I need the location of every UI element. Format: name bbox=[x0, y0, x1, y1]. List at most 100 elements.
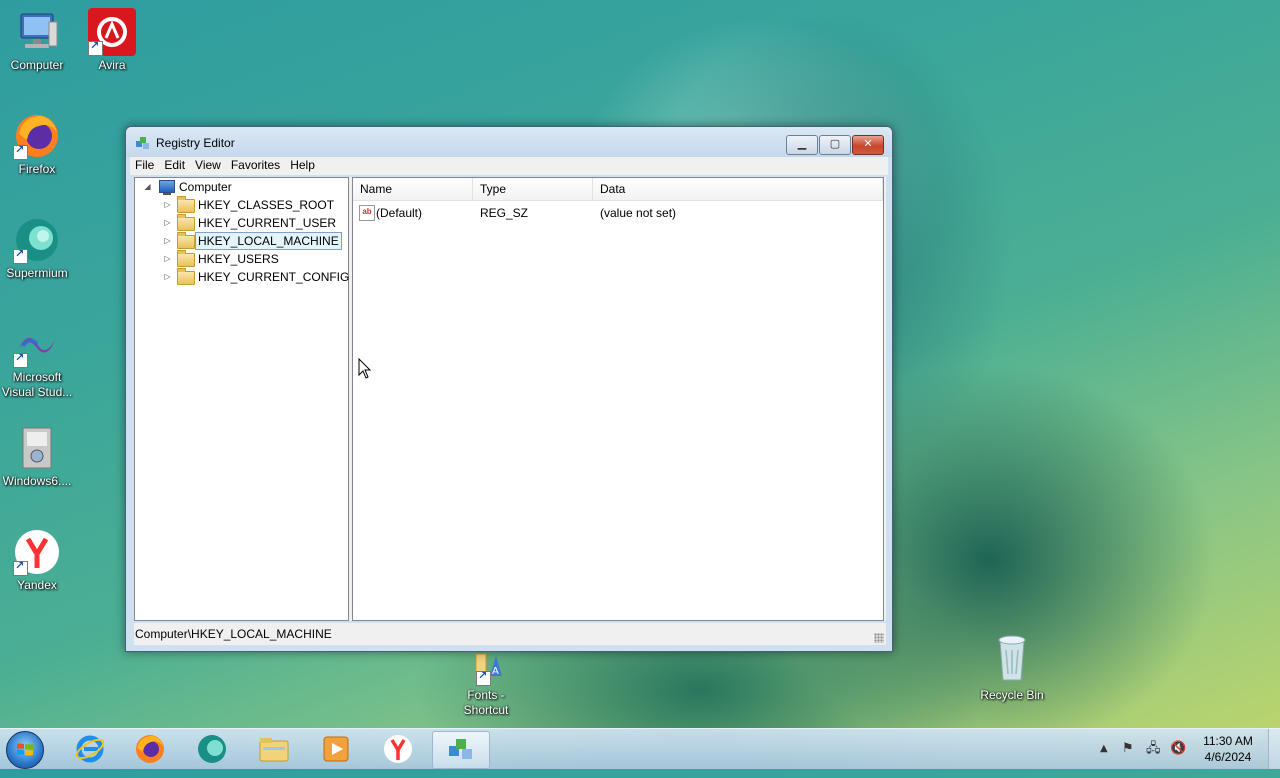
supermium-icon bbox=[13, 216, 61, 264]
tree-item-hkey-users[interactable]: ▷ HKEY_USERS bbox=[135, 250, 345, 268]
tree-label: HKEY_USERS bbox=[198, 252, 279, 266]
shortcut-arrow-icon bbox=[88, 39, 103, 56]
resize-grip-icon[interactable] bbox=[874, 633, 884, 643]
shortcut-arrow-icon bbox=[13, 143, 28, 160]
desktop-icon-visual-studio[interactable]: Microsoft Visual Stud... bbox=[0, 320, 74, 400]
desktop-icon-label: Fonts - Shortcut bbox=[463, 688, 509, 717]
minimize-button[interactable]: ▁ bbox=[786, 135, 818, 155]
folder-icon bbox=[177, 214, 195, 231]
close-icon: ✕ bbox=[863, 137, 873, 150]
start-button[interactable] bbox=[6, 731, 44, 769]
expand-arrow-icon[interactable]: ▷ bbox=[163, 196, 172, 214]
editor-content: ◢ Computer ▷ HKEY_CLASSES_ROOT ▷ HKEY_CU… bbox=[134, 177, 886, 621]
taskbar-file-explorer[interactable] bbox=[246, 731, 302, 767]
desktop-icon-label: Microsoft Visual Stud... bbox=[1, 370, 73, 399]
action-center-flag-icon[interactable]: ⚑ bbox=[1122, 729, 1134, 769]
desktop-icon-supermium[interactable]: Supermium bbox=[0, 216, 74, 281]
tree-item-computer[interactable]: ◢ Computer bbox=[135, 178, 345, 196]
visual-studio-icon bbox=[13, 320, 61, 368]
desktop-icon-firefox[interactable]: Firefox bbox=[0, 112, 74, 177]
menu-favorites[interactable]: Favorites bbox=[226, 157, 285, 173]
folder-icon bbox=[177, 196, 195, 213]
desktop-icon-recycle-bin[interactable]: Recycle Bin bbox=[975, 630, 1049, 703]
menu-help[interactable]: Help bbox=[285, 157, 320, 173]
desktop-icon-label: Recycle Bin bbox=[980, 688, 1044, 702]
shortcut-arrow-icon bbox=[476, 669, 491, 686]
show-hidden-icons-icon[interactable]: ▲ bbox=[1100, 729, 1108, 769]
taskbar-registry-editor[interactable] bbox=[432, 731, 490, 769]
tree-item-hkey-classes-root[interactable]: ▷ HKEY_CLASSES_ROOT bbox=[135, 196, 345, 214]
key-tree[interactable]: ◢ Computer ▷ HKEY_CLASSES_ROOT ▷ HKEY_CU… bbox=[134, 177, 349, 621]
menu-view[interactable]: View bbox=[190, 157, 226, 173]
collapse-arrow-icon[interactable]: ◢ bbox=[143, 178, 152, 196]
tree-label: HKEY_CURRENT_CONFIG bbox=[198, 270, 350, 284]
clock-date: 4/6/2024 bbox=[1204, 750, 1252, 764]
menu-edit[interactable]: Edit bbox=[159, 157, 190, 173]
clock[interactable]: 11:30 AM 4/6/2024 bbox=[1190, 733, 1266, 765]
value-list[interactable]: Name Type Data ab (Default) REG_SZ (valu… bbox=[352, 177, 884, 621]
taskbar-internet-explorer[interactable] bbox=[62, 731, 118, 767]
table-row[interactable]: ab (Default) REG_SZ (value not set) bbox=[353, 178, 881, 224]
tree-item-hkey-current-config[interactable]: ▷ HKEY_CURRENT_CONFIG bbox=[135, 268, 349, 286]
yandex-icon bbox=[13, 528, 61, 576]
firefox-icon bbox=[13, 112, 61, 160]
volume-muted-icon[interactable]: 🔇 bbox=[1170, 729, 1186, 769]
minimize-icon: ▁ bbox=[797, 137, 807, 150]
desktop-icon-fonts-shortcut[interactable]: A Fonts - Shortcut bbox=[449, 650, 523, 718]
tree-label: HKEY_LOCAL_MACHINE bbox=[195, 232, 342, 250]
avira-icon bbox=[88, 8, 136, 56]
folder-icon bbox=[177, 232, 195, 249]
expand-arrow-icon[interactable]: ▷ bbox=[163, 268, 172, 286]
tree-label: HKEY_CURRENT_USER bbox=[198, 216, 337, 230]
expand-arrow-icon[interactable]: ▷ bbox=[163, 214, 172, 232]
installer-icon bbox=[13, 424, 61, 472]
expand-arrow-icon[interactable]: ▷ bbox=[163, 232, 172, 250]
registry-editor-icon bbox=[135, 136, 151, 150]
desktop-icon-label: Supermium bbox=[6, 266, 68, 280]
taskbar-media-player[interactable] bbox=[308, 731, 364, 767]
mouse-cursor-icon bbox=[358, 358, 372, 379]
desktop-icon-installer[interactable]: Windows6.... bbox=[0, 424, 74, 489]
taskbar-yandex[interactable] bbox=[370, 731, 426, 767]
maximize-button[interactable]: ▢ bbox=[819, 135, 851, 155]
recycle-bin-icon bbox=[988, 630, 1036, 686]
expand-arrow-icon[interactable]: ▷ bbox=[163, 250, 172, 268]
shortcut-arrow-icon bbox=[13, 559, 28, 576]
clock-time: 11:30 AM bbox=[1203, 734, 1253, 748]
value-type: REG_SZ bbox=[480, 206, 529, 220]
string-value-icon: ab bbox=[359, 205, 375, 221]
show-desktop-button[interactable] bbox=[1268, 729, 1280, 769]
title-bar[interactable]: Registry Editor ▁ ▢ ✕ bbox=[126, 127, 892, 157]
computer-icon bbox=[159, 180, 175, 195]
maximize-icon: ▢ bbox=[829, 137, 841, 150]
folder-icon bbox=[177, 250, 195, 267]
desktop-icon-label: Windows6.... bbox=[2, 474, 72, 488]
status-bar: Computer\HKEY_LOCAL_MACHINE bbox=[134, 623, 886, 645]
tree-label: HKEY_CLASSES_ROOT bbox=[198, 198, 335, 212]
taskbar-supermium[interactable] bbox=[184, 731, 240, 767]
window-title: Registry Editor bbox=[156, 136, 235, 150]
desktop-icon-label: Avira bbox=[98, 58, 126, 72]
close-button[interactable]: ✕ bbox=[852, 135, 884, 155]
shortcut-arrow-icon bbox=[13, 351, 28, 368]
taskbar-firefox[interactable] bbox=[122, 731, 178, 767]
yandex-icon bbox=[384, 735, 412, 763]
tree-item-hkey-current-user[interactable]: ▷ HKEY_CURRENT_USER bbox=[135, 214, 345, 232]
desktop-icon-computer[interactable]: Computer bbox=[0, 8, 74, 73]
menu-bar: File Edit View Favorites Help bbox=[130, 157, 888, 175]
status-path: Computer\HKEY_LOCAL_MACHINE bbox=[135, 627, 332, 641]
desktop-icon-avira[interactable]: Avira bbox=[75, 8, 149, 73]
network-icon[interactable]: 🖧 bbox=[1146, 729, 1161, 769]
fonts-folder-icon: A bbox=[462, 650, 510, 686]
menu-file[interactable]: File bbox=[130, 157, 159, 173]
desktop-icon-label: Yandex bbox=[17, 578, 57, 592]
desktop-icon-label: Computer bbox=[10, 58, 64, 72]
registry-editor-icon bbox=[449, 739, 472, 759]
internet-explorer-icon bbox=[75, 735, 105, 763]
shortcut-arrow-icon bbox=[13, 247, 28, 264]
desktop-icon-yandex[interactable]: Yandex bbox=[0, 528, 74, 593]
registry-editor-window[interactable]: Registry Editor ▁ ▢ ✕ File Edit View Favori… bbox=[125, 126, 893, 652]
supermium-icon bbox=[198, 735, 226, 763]
svg-text:A: A bbox=[492, 666, 499, 677]
tree-item-hkey-local-machine[interactable]: ▷ HKEY_LOCAL_MACHINE bbox=[135, 232, 345, 250]
